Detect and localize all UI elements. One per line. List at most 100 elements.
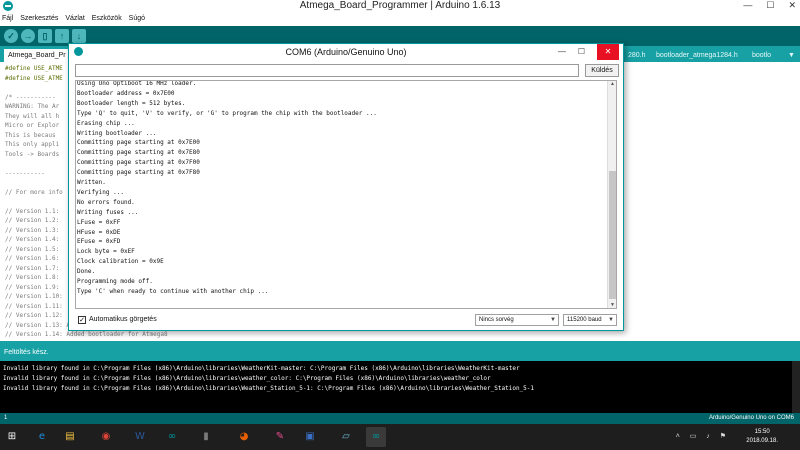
serial-output-line: LFuse = 0xFF: [77, 218, 121, 226]
console-scrollbar[interactable]: [792, 361, 800, 413]
serial-output-scrollbar[interactable]: ▲ ▼: [607, 81, 616, 308]
editor-line: /* -----------: [5, 93, 56, 101]
serial-output-line: Bootloader address = 0x7E00: [77, 89, 175, 97]
paint-icon[interactable]: ✎: [270, 427, 290, 447]
serial-output-line: Erasing chip ...: [77, 119, 135, 127]
serial-output-line: Writing bootloader ...: [77, 129, 157, 137]
new-sketch-button[interactable]: ▯: [38, 29, 52, 43]
chrome-icon[interactable]: ◉: [96, 427, 116, 447]
editor-line: // Version 1.9:: [5, 283, 60, 291]
serial-output-line: Committing page starting at 0x7E00: [77, 139, 200, 147]
console-line: Invalid library found in C:\Program File…: [3, 365, 520, 372]
serial-output-line: Written.: [77, 179, 106, 186]
chevron-down-icon: ▼: [608, 317, 614, 323]
console-line: Invalid library found in C:\Program File…: [3, 375, 491, 382]
console-output[interactable]: Invalid library found in C:\Program File…: [0, 361, 800, 413]
upload-button[interactable]: →: [21, 29, 35, 43]
editor-line: Micro or Explor: [5, 122, 60, 129]
taskbar-clock[interactable]: 15:50 2018.09.18.: [746, 428, 778, 446]
editor-line: -----------: [5, 169, 45, 177]
close-button[interactable]: ✕: [788, 0, 796, 12]
serial-output-line: Type 'C' when ready to continue with ano…: [77, 287, 269, 295]
editor-line: // Version 1.14: Added bootloader for At…: [5, 331, 168, 338]
editor-line: Tools -> Boards: [5, 150, 60, 158]
start-windows-icon[interactable]: ⊞: [2, 427, 22, 447]
arduino-ide-icon[interactable]: ∞: [366, 427, 386, 447]
scrollbar-thumb[interactable]: [609, 171, 616, 299]
system-tray[interactable]: ˄ ▭ ♪ ⚑: [676, 432, 730, 440]
editor-line: // Version 1.7:: [5, 264, 60, 272]
ie-icon[interactable]: e: [32, 427, 52, 447]
menu-bar: Fájl Szerkesztés Vázlat Eszközök Súgó: [0, 12, 800, 26]
serial-output-line: No errors found.: [77, 198, 135, 206]
serial-output-line: Verifying ...: [77, 188, 124, 196]
battery-app-icon[interactable]: ▮: [196, 427, 216, 447]
desktop: Atmega_Board_Programmer | Arduino 1.6.13…: [0, 0, 800, 450]
serial-minimize-button[interactable]: —: [558, 44, 566, 60]
autoscroll-checkbox[interactable]: ✓: [78, 316, 86, 324]
serial-output-line: HFuse = 0xDE: [77, 228, 121, 236]
editor-line: WARNING: The Ar: [5, 103, 60, 110]
board-port-info: Arduino/Genuino Uno on COM6: [708, 415, 794, 421]
serial-output-line: Using Uno Optiboot 16 MHz loader.: [77, 80, 197, 87]
window-controls: — ☐ ✕: [743, 0, 796, 12]
taskbar: ˄ ▭ ♪ ⚑ 15:50 2018.09.18. ⊞ e ▤ ◉ W ∞ ▮ ◕ ✎ ▣ ▱ ∞: [0, 424, 800, 450]
serial-monitor-title: COM6 (Arduino/Genuino Uno): [285, 47, 407, 57]
window-title: Atmega_Board_Programmer | Arduino 1.6.13: [299, 0, 501, 11]
tab-bootloader-more[interactable]: bootlo: [748, 49, 775, 62]
firefox-icon[interactable]: ◕: [234, 427, 254, 447]
serial-output-line: EFuse = 0xFD: [77, 238, 121, 246]
serial-output-area[interactable]: ▲ ▼ Using Uno Optiboot 16 MHz loader. Boo…: [75, 80, 617, 309]
verify-button[interactable]: ✓: [4, 29, 18, 43]
editor-line: #define USE_ATME: [5, 74, 63, 82]
serial-output-line: Writing fuses ...: [77, 208, 139, 216]
arduino-icon[interactable]: ∞: [162, 427, 182, 447]
serial-output-line: Bootloader length = 512 bytes.: [77, 99, 186, 107]
tab-bootloader-atmega1284[interactable]: bootloader_atmega1284.h: [652, 49, 742, 62]
serial-options-bar: ✓ Automatikus görgetés Nincs sorvég ▼ 11…: [69, 310, 623, 330]
clock-date: 2018.09.18.: [746, 438, 778, 444]
status-bar: Feltöltés kész.: [0, 341, 800, 361]
line-number: 1: [4, 415, 8, 421]
file-explorer-icon[interactable]: ▤: [60, 427, 80, 447]
send-button[interactable]: Küldés: [585, 64, 619, 77]
scroll-up-arrow-icon[interactable]: ▲: [608, 81, 616, 87]
line-ending-select[interactable]: Nincs sorvég ▼: [475, 314, 559, 326]
editor-line: // Version 1.11:: [5, 302, 63, 310]
maximize-button[interactable]: ☐: [766, 0, 774, 12]
serial-output-line: Committing page starting at 0x7E80: [77, 149, 200, 157]
ide-titlebar: Atmega_Board_Programmer | Arduino 1.6.13…: [0, 0, 800, 12]
save-disk-icon[interactable]: ▣: [300, 427, 320, 447]
editor-line: // Version 1.12:: [5, 312, 63, 319]
editor-line: This is becaus: [5, 131, 56, 139]
autoscroll-label: Automatikus görgetés: [89, 316, 157, 323]
editor-line: // Version 1.4:: [5, 236, 60, 243]
footer-bar: 1 Arduino/Genuino Uno on COM6: [0, 413, 800, 424]
tab-header-280[interactable]: 280.h: [624, 49, 650, 62]
serial-send-input[interactable]: [75, 64, 579, 77]
tab-main-sketch[interactable]: Atmega_Board_Pr: [4, 49, 70, 62]
menu-help[interactable]: Súgó: [129, 12, 145, 26]
serial-maximize-button[interactable]: ☐: [578, 44, 585, 60]
serial-monitor-window: COM6 (Arduino/Genuino Uno) — ☐ ✕ Küldés …: [68, 43, 624, 331]
menu-sketch[interactable]: Vázlat: [65, 12, 84, 26]
menu-edit[interactable]: Szerkesztés: [20, 12, 58, 26]
menu-file[interactable]: Fájl: [2, 12, 13, 26]
tab-menu-dropdown[interactable]: ▼: [784, 49, 799, 62]
menu-tools[interactable]: Eszközök: [92, 12, 122, 26]
baud-rate-select[interactable]: 115200 baud ▼: [563, 314, 617, 326]
serial-close-button[interactable]: ✕: [597, 44, 619, 60]
scroll-down-arrow-icon[interactable]: ▼: [608, 302, 616, 308]
console-line: Invalid library found in C:\Program File…: [3, 385, 535, 392]
serial-output-line: Type 'Q' to quit, 'V' to verify, or 'G' …: [77, 109, 377, 117]
serial-output-line: Clock calibration = 0x9E: [77, 258, 164, 266]
save-sketch-button[interactable]: ↓: [72, 29, 86, 43]
editor-line: // Version 1.10:: [5, 293, 63, 300]
editor-line: // For more info: [5, 188, 63, 196]
notepad-icon[interactable]: ▱: [336, 427, 356, 447]
word-icon[interactable]: W: [130, 427, 150, 447]
open-sketch-button[interactable]: ↑: [55, 29, 69, 43]
clock-time: 15:50: [754, 429, 770, 435]
minimize-button[interactable]: —: [743, 0, 752, 12]
editor-line: #define USE_ATME: [5, 65, 63, 72]
